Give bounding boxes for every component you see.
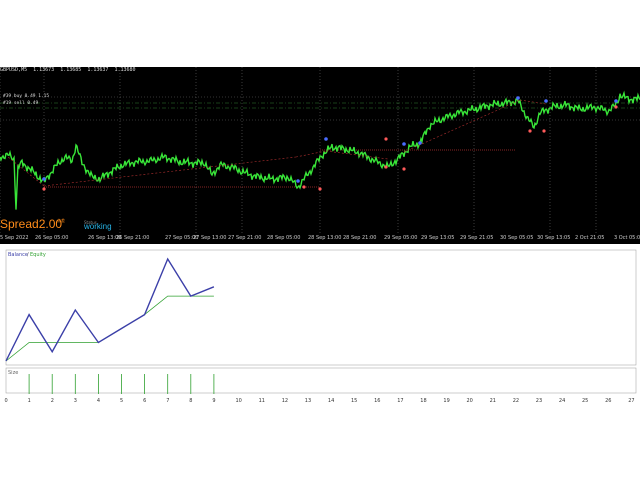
x-axis-label: 1: [28, 398, 31, 404]
ea-status: working: [84, 222, 112, 231]
time-axis-label: 5 Sep 2022: [0, 235, 29, 241]
sell-marker: [528, 129, 532, 133]
trade-line-buy[interactable]: #39 buy 0.49 1.15: [3, 94, 49, 99]
size-legend-label: Size: [8, 370, 18, 376]
buy-marker: [418, 141, 422, 145]
buy-marker: [402, 142, 406, 146]
time-axis-label: 3 Oct 05:05: [614, 235, 640, 241]
x-axis-label: 0: [5, 398, 8, 404]
trade-line-sell[interactable]: #19 sell 0.49: [3, 101, 38, 106]
x-axis-label: 15: [351, 398, 357, 404]
x-axis-label: 3: [74, 398, 77, 404]
symbol-title: GBPUSD,M5: [0, 67, 28, 73]
x-axis-label: 16: [374, 398, 380, 404]
sell-marker: [384, 165, 388, 169]
x-axis-label: 17: [397, 398, 403, 404]
time-axis-label: 2 Oct 21:05: [575, 235, 605, 241]
trade-connector-line: [519, 99, 547, 105]
spread-label: Spread: [0, 217, 39, 231]
x-axis-label: 18: [420, 398, 426, 404]
x-axis-label: 20: [467, 398, 473, 404]
time-axis-label: 29 Sep 13:05: [421, 235, 455, 241]
time-axis-label: 28 Sep 05:00: [267, 235, 301, 241]
buy-marker: [324, 137, 328, 141]
equity-legend-label: Equity: [30, 252, 46, 258]
sell-marker: [384, 137, 388, 141]
symbol-header: GBPUSD,M5 1.13673 1.13685 1.13637 1.1368…: [0, 67, 136, 73]
x-axis-label: 26: [605, 398, 611, 404]
report-charts: Balance / EquitySize0 1 2 3 4 5 6 7 8 9 10 11 12 13 14 15…: [5, 249, 637, 404]
sell-marker: [302, 185, 306, 189]
x-axis-label: 23: [536, 398, 542, 404]
x-axis-label: 10: [236, 398, 242, 404]
sell-marker: [542, 129, 546, 133]
price-high: 1.13685: [60, 67, 82, 73]
time-axis-label: 30 Sep 13:05: [537, 235, 571, 241]
sell-marker: [318, 187, 322, 191]
time-axis-label: 28 Sep 21:00: [343, 235, 377, 241]
time-axis-label: 27 Sep 13:00: [193, 235, 227, 241]
x-axis-label: 13: [305, 398, 311, 404]
x-axis-label: 27: [628, 398, 634, 404]
time-axis-label: 26 Sep 05:00: [35, 235, 69, 241]
x-axis-label: 14: [328, 398, 334, 404]
x-axis-label: 7: [166, 398, 169, 404]
balance-panel-frame: [5, 249, 637, 366]
spread-sub-label: 点差: [57, 218, 65, 223]
time-axis-label: 27 Sep 21:00: [228, 235, 262, 241]
size-panel-frame: [5, 367, 637, 394]
x-axis-label: 19: [443, 398, 449, 404]
buy-marker: [296, 179, 300, 183]
price-chart-window[interactable]: GBPUSD,M5 1.13673 1.13685 1.13637 1.1368…: [0, 67, 640, 244]
time-axis-label: 26 Sep 21:00: [116, 235, 150, 241]
x-axis-label: 25: [582, 398, 588, 404]
buy-marker: [42, 177, 46, 181]
x-axis-label: 12: [282, 398, 288, 404]
sell-marker: [614, 105, 618, 109]
spread-indicator: Spread2.00: [0, 218, 62, 230]
x-axis-label: 21: [490, 398, 496, 404]
sell-marker: [42, 187, 46, 191]
price-close: 1.13680: [114, 67, 136, 73]
x-axis-label: 11: [259, 398, 265, 404]
time-axis-label: 30 Sep 05:05: [500, 235, 534, 241]
time-axis-label: 28 Sep 13:00: [308, 235, 342, 241]
x-axis-label: 8: [189, 398, 192, 404]
balance-legend-label: Balance: [8, 252, 28, 258]
buy-marker: [544, 99, 548, 103]
time-axis-label: 29 Sep 05:00: [384, 235, 418, 241]
buy-marker: [516, 96, 520, 100]
trade-connector-line: [7, 156, 45, 187]
x-axis-label: 9: [212, 398, 215, 404]
price-low: 1.13637: [87, 67, 109, 73]
x-axis-label: 22: [513, 398, 519, 404]
x-axis-label: 5: [120, 398, 123, 404]
price-chart-canvas[interactable]: [0, 67, 640, 244]
price-open: 1.13673: [33, 67, 55, 73]
x-axis-label: 24: [559, 398, 565, 404]
x-axis-label: 2: [51, 398, 54, 404]
sell-marker: [402, 167, 406, 171]
buy-marker: [614, 99, 618, 103]
x-axis-label: 6: [143, 398, 146, 404]
x-axis-label: 4: [97, 398, 100, 404]
time-axis-label: 29 Sep 21:05: [460, 235, 494, 241]
time-axis: 5 Sep 2022 26 Sep 05:00 26 Sep 13:00 26 Sep…: [0, 235, 640, 244]
